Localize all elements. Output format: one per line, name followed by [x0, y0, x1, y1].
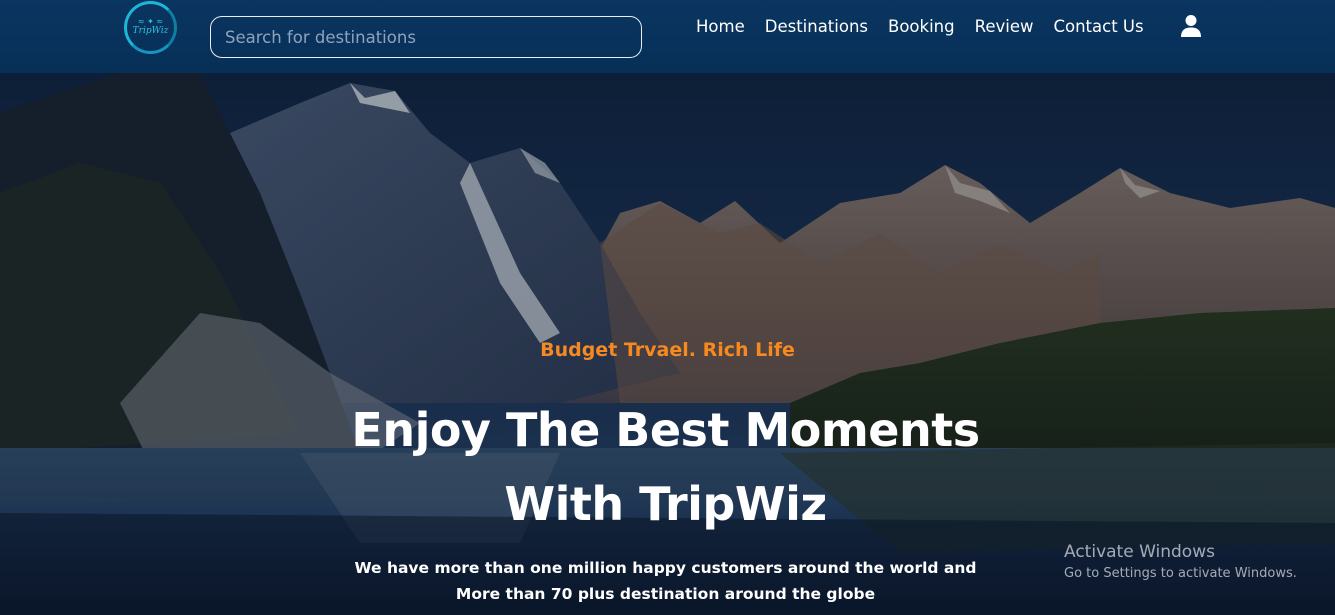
nav-links: Home Destinations Booking Review Contact…: [696, 14, 1164, 38]
nav-link-home[interactable]: Home: [696, 17, 745, 36]
hero-headline-line-1: Enjoy The Best Moments: [351, 403, 980, 457]
watermark-subtitle: Go to Settings to activate Windows.: [1064, 566, 1297, 581]
logo-wave-icon: ≈ ✦ ≈: [137, 17, 164, 26]
hero-headline-line-2: With TripWiz: [504, 477, 827, 531]
hero-section: Budget Trvael. Rich Life Enjoy The Best …: [0, 73, 1335, 615]
nav-link-destinations[interactable]: Destinations: [765, 17, 868, 36]
navbar: ≈ ✦ ≈ TripWiz Home Destinations Booking …: [0, 0, 1335, 73]
windows-activation-watermark: Activate Windows Go to Settings to activ…: [1064, 541, 1297, 585]
nav-link-booking[interactable]: Booking: [888, 17, 955, 36]
logo-text: TripWiz: [132, 26, 169, 36]
hero-tagline: Budget Trvael. Rich Life: [540, 339, 795, 361]
search-input[interactable]: [211, 17, 641, 57]
brand-logo[interactable]: ≈ ✦ ≈ TripWiz: [124, 1, 177, 54]
watermark-title: Activate Windows: [1064, 542, 1215, 562]
nav-link-review[interactable]: Review: [975, 17, 1034, 36]
user-icon[interactable]: [1180, 14, 1202, 38]
hero-headline: Enjoy The Best Moments With TripWiz: [0, 393, 1331, 541]
nav-link-contact-us[interactable]: Contact Us: [1053, 17, 1143, 36]
search-box: [210, 16, 642, 58]
